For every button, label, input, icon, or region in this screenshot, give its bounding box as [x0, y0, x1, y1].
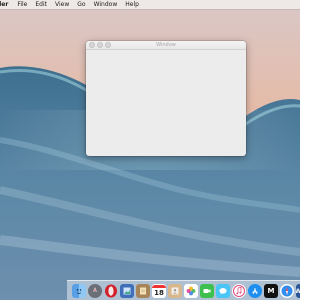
finder-icon[interactable]	[72, 284, 86, 298]
finder-window[interactable]: Window	[86, 41, 246, 156]
menu-edit[interactable]: Edit	[35, 1, 47, 8]
dock: 18 M W	[67, 280, 300, 300]
music-icon[interactable]	[232, 284, 246, 298]
calendar-icon[interactable]: 18	[152, 284, 166, 298]
menu-view[interactable]: View	[55, 1, 69, 8]
opera-icon[interactable]	[104, 284, 118, 298]
menu-file[interactable]: File	[17, 1, 27, 8]
facetime-icon[interactable]	[200, 284, 214, 298]
menu-help[interactable]: Help	[125, 1, 139, 8]
word-letter: W	[296, 287, 300, 295]
preview-icon[interactable]	[120, 284, 134, 298]
photos-icon[interactable]	[184, 284, 198, 298]
window-title: Window	[156, 42, 176, 48]
app-store-icon[interactable]	[248, 284, 262, 298]
notes-icon[interactable]	[136, 284, 150, 298]
medium-icon[interactable]: M	[264, 284, 278, 298]
medium-letter: M	[267, 287, 275, 295]
window-content	[86, 50, 246, 156]
window-titlebar[interactable]: Window	[86, 41, 246, 50]
desktop: der File Edit View Go Window Help Window	[0, 0, 300, 300]
messages-icon[interactable]	[216, 284, 230, 298]
contacts-icon[interactable]	[168, 284, 182, 298]
safari-icon[interactable]	[280, 284, 294, 298]
rocket-icon[interactable]	[88, 284, 102, 298]
menu-window[interactable]: Window	[94, 1, 118, 8]
menu-go[interactable]: Go	[77, 1, 85, 8]
calendar-date: 18	[154, 288, 164, 297]
menu-app-name[interactable]: der	[0, 1, 8, 8]
word-icon[interactable]: W	[296, 284, 300, 298]
menu-bar: der File Edit View Go Window Help	[0, 0, 300, 9]
